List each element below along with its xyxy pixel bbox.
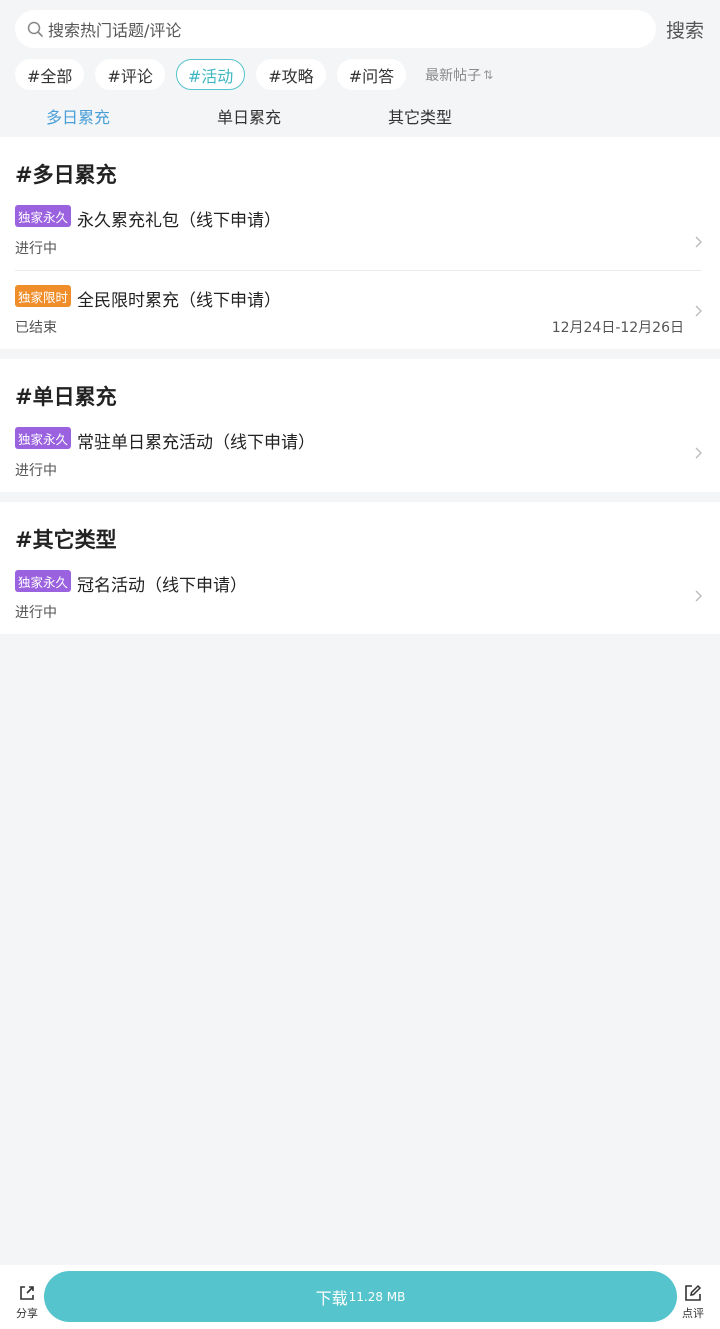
- list-item[interactable]: 独家限时 全民限时累充（线下申请） 已结束 12月24日-12月26日: [0, 276, 720, 348]
- item-status: 进行中: [15, 463, 57, 479]
- share-label: 分享: [16, 1307, 38, 1320]
- chevron-right-icon: [695, 236, 702, 248]
- list-item[interactable]: 独家永久 常驻单日累充活动（线下申请） 进行中: [0, 419, 720, 491]
- tab-other-types[interactable]: 其它类型: [388, 104, 452, 128]
- download-button[interactable]: 下载 11.28 MB: [44, 1271, 677, 1322]
- chip-events[interactable]: #活动: [175, 59, 246, 90]
- status-badge: 独家永久: [15, 205, 72, 227]
- list-item[interactable]: 独家永久 冠名活动（线下申请） 进行中: [0, 562, 720, 634]
- divider: [15, 270, 701, 271]
- filter-chips: #全部 #评论 #活动 #攻略 #问答 最新帖子 ⇅: [15, 59, 493, 90]
- bottom-bar: 分享 下载 11.28 MB 点评: [0, 1265, 720, 1329]
- chevron-right-icon: [695, 305, 702, 317]
- chevron-right-icon: [695, 447, 702, 459]
- status-badge: 独家限时: [15, 285, 72, 307]
- chip-qa[interactable]: #问答: [336, 59, 407, 90]
- search-input[interactable]: 搜索热门话题/评论: [15, 10, 656, 48]
- tab-bar: 多日累充 单日累充 其它类型: [0, 100, 720, 132]
- review-button[interactable]: 点评: [676, 1283, 710, 1327]
- item-title: 常驻单日累充活动（线下申请）: [77, 433, 315, 453]
- item-title: 冠名活动（线下申请）: [77, 576, 247, 596]
- top-bar: 搜索热门话题/评论 搜索 #全部 #评论 #活动 #攻略 #问答 最新帖子 ⇅ …: [0, 0, 720, 137]
- tab-multi-day[interactable]: 多日累充: [46, 104, 110, 128]
- section-title: #多日累充: [15, 163, 117, 187]
- chip-guides[interactable]: #攻略: [256, 59, 326, 90]
- item-status: 进行中: [15, 605, 57, 621]
- download-size: 11.28 MB: [348, 1289, 406, 1304]
- chevron-right-icon: [695, 590, 702, 602]
- section-title: #单日累充: [15, 385, 117, 409]
- sort-button[interactable]: 最新帖子 ⇅: [425, 65, 493, 85]
- search-placeholder: 搜索热门话题/评论: [48, 21, 182, 40]
- status-badge: 独家永久: [15, 427, 72, 449]
- edit-icon: [685, 1284, 702, 1301]
- sort-label: 最新帖子: [425, 67, 482, 84]
- search-button[interactable]: 搜索: [666, 16, 704, 43]
- item-status: 已结束: [15, 320, 57, 336]
- download-label: 下载: [315, 1288, 348, 1308]
- search-icon: [27, 21, 44, 38]
- list-item[interactable]: 独家永久 永久累充礼包（线下申请） 进行中: [0, 197, 720, 269]
- status-badge: 独家永久: [15, 570, 72, 592]
- section-multi-day: #多日累充 独家永久 永久累充礼包（线下申请） 进行中 独家限时 全民限时累充（…: [0, 137, 720, 349]
- tab-single-day[interactable]: 单日累充: [217, 104, 281, 128]
- item-title: 全民限时累充（线下申请）: [77, 291, 281, 311]
- section-single-day: #单日累充 独家永久 常驻单日累充活动（线下申请） 进行中: [0, 359, 720, 492]
- share-button[interactable]: 分享: [10, 1283, 44, 1327]
- section-title: #其它类型: [15, 528, 117, 552]
- review-label: 点评: [682, 1307, 704, 1320]
- sort-arrows-icon: ⇅: [483, 67, 494, 82]
- section-other-types: #其它类型 独家永久 冠名活动（线下申请） 进行中: [0, 502, 720, 634]
- share-icon: [20, 1286, 34, 1300]
- chip-reviews[interactable]: #评论: [95, 59, 165, 90]
- item-title: 永久累充礼包（线下申请）: [77, 211, 281, 231]
- item-date-range: 12月24日-12月26日: [551, 320, 684, 336]
- chip-all[interactable]: #全部: [15, 59, 85, 90]
- item-status: 进行中: [15, 241, 57, 257]
